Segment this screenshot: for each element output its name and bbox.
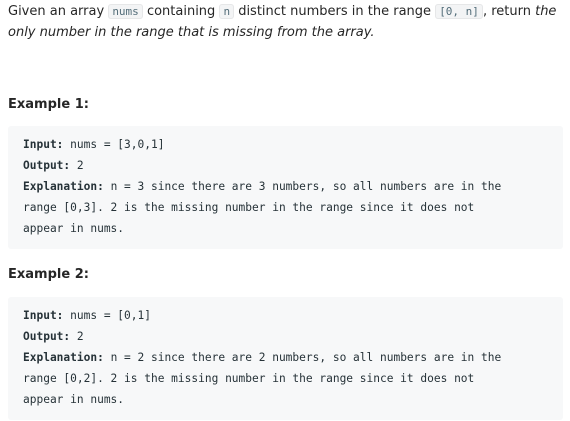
inline-code-n: n [219, 4, 235, 19]
inline-code-range: [0, n] [435, 4, 483, 19]
desc-text: distinct numbers in the range [234, 4, 436, 19]
input-label: Input: [23, 309, 64, 322]
explanation-text: n = 2 since there are 2 numbers, so all … [103, 351, 502, 364]
example-2-explanation-line3: appear in nums. [23, 393, 125, 406]
example-1-explanation: Explanation: n = 3 since there are 3 num… [23, 176, 551, 197]
output-value: 2 [70, 159, 84, 172]
example-1-box: Input: nums = [3,0,1] Output: 2 Explanat… [8, 126, 563, 249]
example-1-output: Output: 2 [23, 155, 551, 176]
desc-text: Given an array [8, 4, 109, 19]
problem-statement: Given an array nums containing n distinc… [8, 0, 564, 420]
example-1-explanation-line2: range [0,3]. 2 is the missing number in … [23, 201, 475, 214]
example-2-output: Output: 2 [23, 326, 551, 347]
inline-code-nums: nums [108, 4, 143, 19]
input-value: nums = [3,0,1] [63, 138, 165, 151]
problem-description: Given an array nums containing n distinc… [8, 0, 564, 43]
example-2-input: Input: nums = [0,1] [23, 305, 551, 326]
example-2-box: Input: nums = [0,1] Output: 2 Explanatio… [8, 297, 563, 420]
example-1-input: Input: nums = [3,0,1] [23, 134, 551, 155]
output-value: 2 [70, 330, 84, 343]
example-2-title: Example 2: [8, 267, 89, 282]
output-label: Output: [23, 159, 71, 172]
output-label: Output: [23, 330, 71, 343]
example-2-explanation-line2: range [0,2]. 2 is the missing number in … [23, 372, 475, 385]
input-value: nums = [0,1] [63, 309, 151, 322]
desc-text: containing [142, 4, 220, 19]
explanation-label: Explanation: [23, 351, 104, 364]
example-1-title: Example 1: [8, 97, 89, 112]
desc-text: , return [482, 4, 536, 19]
explanation-label: Explanation: [23, 180, 104, 193]
explanation-text: n = 3 since there are 3 numbers, so all … [103, 180, 502, 193]
example-1-explanation-line3: appear in nums. [23, 222, 125, 235]
example-2-explanation: Explanation: n = 2 since there are 2 num… [23, 347, 551, 368]
input-label: Input: [23, 138, 64, 151]
